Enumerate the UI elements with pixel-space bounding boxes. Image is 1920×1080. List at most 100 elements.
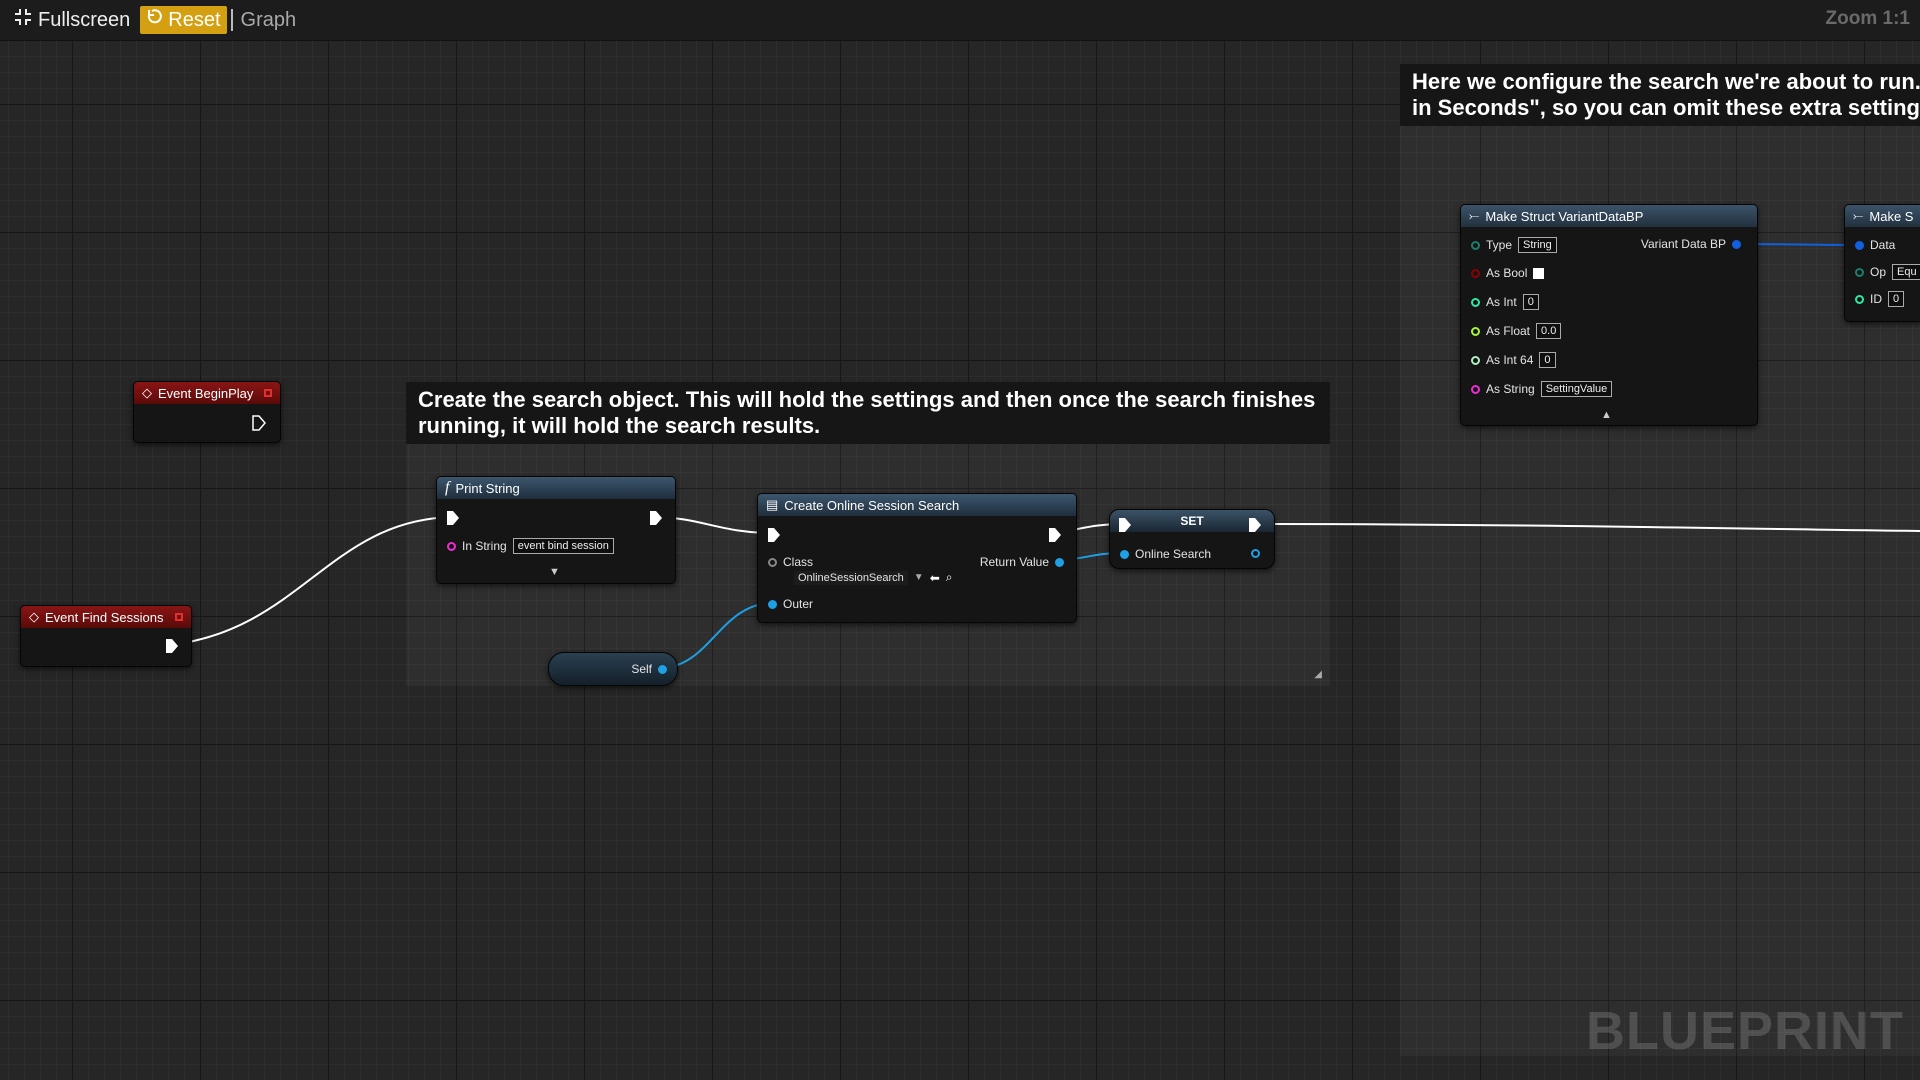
enum-pin-icon[interactable] bbox=[1855, 267, 1864, 277]
exec-out-pin[interactable] bbox=[252, 415, 266, 434]
int-pin-icon[interactable] bbox=[1471, 297, 1480, 307]
make-struct-icon: ⤚ bbox=[1469, 208, 1480, 223]
class-pin-icon[interactable] bbox=[768, 557, 777, 567]
id-field[interactable]: 0 bbox=[1888, 291, 1905, 307]
event-find-sessions-node[interactable]: ◇ Event Find Sessions bbox=[20, 605, 192, 667]
exec-in-pin[interactable] bbox=[446, 510, 460, 529]
variant-data-output-row: Variant Data BP bbox=[1641, 237, 1741, 251]
struct-pin-icon[interactable] bbox=[1732, 239, 1741, 249]
exec-wire bbox=[169, 516, 453, 646]
class-select-row: OnlineSessionSearch ▼ ⬅ ⌕ bbox=[794, 570, 953, 585]
pin-label: ID bbox=[1870, 292, 1882, 306]
node-title: Make S bbox=[1869, 208, 1914, 224]
pin-label: In String bbox=[462, 539, 507, 553]
pin-label: As String bbox=[1486, 382, 1535, 396]
bool-pin-icon[interactable] bbox=[1471, 268, 1480, 278]
self-pin-row: Self bbox=[631, 662, 667, 676]
pin-label: Op bbox=[1870, 265, 1887, 279]
node-title: Event BeginPlay bbox=[158, 385, 254, 401]
class-select[interactable]: OnlineSessionSearch bbox=[794, 570, 908, 585]
make-struct-icon: ⤚ bbox=[1853, 208, 1864, 223]
int64-pin-icon[interactable] bbox=[1471, 355, 1480, 365]
exec-out-pin[interactable] bbox=[165, 638, 179, 657]
pin-label: As Float bbox=[1486, 324, 1531, 338]
node-title: Create Online Session Search bbox=[784, 497, 960, 513]
exec-in-pin[interactable] bbox=[1118, 517, 1132, 536]
pin-label: As Int bbox=[1486, 295, 1517, 309]
as-int64-pin-row: As Int 64 0 bbox=[1471, 352, 1556, 368]
as-int-field[interactable]: 0 bbox=[1522, 294, 1539, 310]
float-pin-icon[interactable] bbox=[1471, 326, 1480, 336]
object-pin-icon[interactable] bbox=[1120, 549, 1129, 559]
type-select[interactable]: String bbox=[1518, 237, 1557, 253]
function-icon: f bbox=[445, 479, 450, 496]
browse-icon[interactable]: ⌕ bbox=[946, 570, 953, 585]
node-title: Make Struct VariantDataBP bbox=[1485, 208, 1644, 224]
pin-label: Type bbox=[1486, 238, 1513, 252]
class-pin-row: Class bbox=[768, 555, 813, 569]
exec-out-pin[interactable] bbox=[1248, 517, 1262, 536]
as-int64-field[interactable]: 0 bbox=[1539, 352, 1556, 368]
struct-pin-icon[interactable] bbox=[1855, 240, 1864, 250]
expand-arrow-icon[interactable]: ▼ bbox=[549, 566, 560, 578]
node-header: f Print String bbox=[437, 477, 675, 499]
create-online-session-search-node[interactable]: ▤ Create Online Session Search Class Onl… bbox=[757, 493, 1077, 623]
delegate-pin-icon[interactable] bbox=[175, 613, 183, 621]
pin-label: Outer bbox=[783, 597, 814, 611]
set-node[interactable]: SET Online Search bbox=[1109, 509, 1275, 569]
id-pin-row: ID 0 bbox=[1855, 291, 1905, 307]
print-string-node[interactable]: f Print String In String event bind sess… bbox=[436, 476, 676, 584]
exec-out-pin[interactable] bbox=[1048, 527, 1062, 546]
construct-object-icon: ▤ bbox=[766, 497, 779, 512]
event-icon: ◇ bbox=[29, 609, 39, 624]
node-title: Print String bbox=[455, 480, 520, 496]
outer-pin-row: Outer bbox=[768, 597, 813, 611]
object-pin-icon[interactable] bbox=[658, 664, 667, 674]
event-begin-play-node[interactable]: ◇ Event BeginPlay bbox=[133, 381, 281, 443]
pin-label: Class bbox=[783, 555, 814, 569]
pin-label: Self bbox=[631, 662, 652, 676]
object-pin-icon[interactable] bbox=[768, 599, 777, 609]
exec-out-pin[interactable] bbox=[649, 510, 663, 529]
pin-label: As Bool bbox=[1486, 266, 1528, 280]
make-struct-node-2[interactable]: ⤚ Make S Data Op Equ ID 0 bbox=[1844, 204, 1920, 322]
object-out-pin-icon[interactable] bbox=[1251, 549, 1260, 558]
in-string-field[interactable]: event bind session bbox=[512, 538, 614, 554]
as-int-pin-row: As Int 0 bbox=[1471, 294, 1539, 310]
op-pin-row: Op Equ bbox=[1855, 264, 1920, 280]
dropdown-arrow-icon[interactable]: ▼ bbox=[914, 572, 924, 583]
pin-label: Online Search bbox=[1135, 547, 1212, 561]
blueprint-watermark: BLUEPRINT bbox=[1586, 1001, 1904, 1061]
op-select[interactable]: Equ bbox=[1892, 264, 1920, 280]
as-bool-pin-row: As Bool bbox=[1471, 266, 1545, 280]
node-header: ◇ Event Find Sessions bbox=[21, 606, 191, 628]
object-pin-icon[interactable] bbox=[1055, 557, 1064, 567]
node-header: ⤚ Make S bbox=[1845, 205, 1920, 227]
make-struct-variant-data-node[interactable]: ⤚ Make Struct VariantDataBP Type String … bbox=[1460, 204, 1758, 426]
int-pin-icon[interactable] bbox=[1855, 294, 1864, 304]
pin-label: Return Value bbox=[979, 555, 1049, 569]
data-pin-row: Data bbox=[1855, 238, 1895, 252]
exec-wire bbox=[1254, 523, 1920, 532]
as-float-pin-row: As Float 0.0 bbox=[1471, 323, 1562, 339]
online-search-pin-row: Online Search bbox=[1120, 547, 1211, 561]
as-float-field[interactable]: 0.0 bbox=[1536, 323, 1562, 339]
delegate-pin-icon[interactable] bbox=[264, 389, 272, 397]
pin-label: Data bbox=[1870, 238, 1896, 252]
return-value-pin-row: Return Value bbox=[980, 555, 1064, 569]
pin-label: As Int 64 bbox=[1486, 353, 1534, 367]
as-string-pin-row: As String SettingValue bbox=[1471, 381, 1613, 397]
collapse-arrow-icon[interactable]: ▲ bbox=[1601, 409, 1612, 421]
node-title: SET bbox=[1180, 514, 1204, 528]
bool-checkbox[interactable] bbox=[1533, 267, 1545, 279]
string-pin-icon[interactable] bbox=[1471, 384, 1480, 394]
in-string-pin-row: In String event bind session bbox=[447, 538, 614, 554]
node-header: ⤚ Make Struct VariantDataBP bbox=[1461, 205, 1757, 227]
string-pin-icon[interactable] bbox=[447, 541, 456, 551]
self-node[interactable]: Self bbox=[548, 652, 678, 686]
exec-in-pin[interactable] bbox=[767, 527, 781, 546]
as-string-field[interactable]: SettingValue bbox=[1540, 381, 1613, 397]
use-selected-icon[interactable]: ⬅ bbox=[930, 571, 940, 585]
event-icon: ◇ bbox=[142, 385, 152, 400]
enum-pin-icon[interactable] bbox=[1471, 240, 1480, 250]
